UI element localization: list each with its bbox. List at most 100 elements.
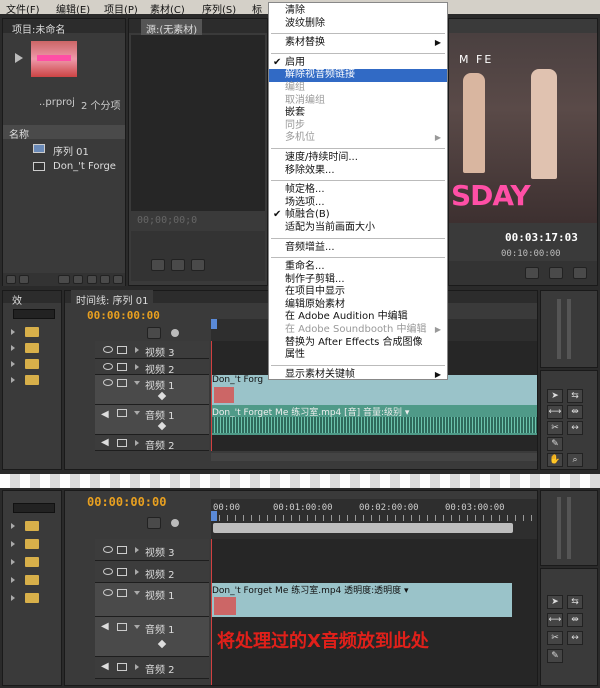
speaker-icon[interactable]: ◀ (101, 437, 109, 448)
expand-icon[interactable] (11, 361, 15, 367)
timeline-timecode[interactable]: 00:00:00:00 (87, 495, 166, 509)
context-menu-item[interactable]: 重命名... (269, 261, 447, 274)
effects-search-input[interactable] (13, 503, 55, 513)
menu-file[interactable]: 文件(F) (6, 1, 40, 16)
expand-icon[interactable] (11, 577, 15, 583)
eye-icon[interactable] (103, 379, 113, 386)
effects-search-input[interactable] (13, 309, 55, 319)
expand-icon[interactable] (11, 345, 15, 351)
collapse-icon[interactable] (134, 381, 140, 385)
list-view-icon[interactable] (6, 275, 16, 284)
film-icon[interactable] (117, 546, 127, 554)
menu-sequence[interactable]: 序列(S) (202, 1, 236, 16)
keyframe-icon[interactable] (157, 639, 167, 649)
eye-icon[interactable] (103, 589, 113, 596)
context-menu-item[interactable]: 替换为 After Effects 合成图像 (269, 337, 447, 350)
search-icon[interactable] (73, 275, 83, 284)
context-menu-item[interactable]: 属性 (269, 349, 447, 362)
playhead[interactable] (211, 511, 217, 521)
expand-icon[interactable] (135, 664, 139, 670)
project-item-clip[interactable]: Don_'t Forge (3, 159, 125, 175)
slip-tool-icon[interactable]: ↔ (567, 421, 583, 435)
rolling-edit-tool-icon[interactable]: ⇹ (567, 405, 583, 419)
expand-icon[interactable] (11, 523, 15, 529)
speaker-icon[interactable]: ◀ (101, 409, 109, 420)
expand-icon[interactable] (11, 377, 15, 383)
expand-icon[interactable] (11, 595, 15, 601)
audio-icon[interactable] (117, 623, 127, 631)
automate-icon[interactable] (58, 275, 70, 284)
collapse-icon[interactable] (134, 591, 140, 595)
source-timecode[interactable]: 00;00;00;0 (137, 215, 197, 226)
timeline-ruler[interactable]: 00:00 00:01:00:00 00:02:00:00 00:03:00:0… (211, 499, 537, 539)
context-menu-item[interactable]: 清除 (269, 5, 447, 18)
speaker-icon[interactable]: ◀ (101, 621, 109, 632)
track-select-tool-icon[interactable]: ⇆ (567, 389, 583, 403)
rolling-edit-tool-icon[interactable]: ⇹ (567, 613, 583, 627)
menu-edit[interactable]: 编辑(E) (56, 1, 90, 16)
selection-tool-icon[interactable]: ➤ (547, 389, 563, 403)
ripple-edit-tool-icon[interactable]: ⟷ (547, 405, 563, 419)
step-back-button[interactable] (171, 259, 185, 271)
expand-icon[interactable] (135, 440, 139, 446)
menu-project[interactable]: 项目(P) (104, 1, 138, 16)
track-select-tool-icon[interactable]: ⇆ (567, 595, 583, 609)
safe-margin-button[interactable] (573, 267, 587, 279)
marker-icon[interactable] (171, 329, 179, 337)
effects-tab[interactable]: 效 (7, 290, 27, 309)
context-menu-item[interactable]: 嵌套 (269, 107, 447, 120)
context-menu-item[interactable]: 显示素材关键帧 ▶ (269, 369, 447, 382)
film-icon[interactable] (117, 568, 127, 576)
context-menu-item[interactable]: 素材替换 ▶ (269, 37, 447, 50)
export-frame-button[interactable] (525, 267, 539, 279)
playhead[interactable] (211, 319, 217, 329)
film-icon[interactable] (117, 346, 127, 354)
expand-icon[interactable] (135, 547, 139, 553)
work-area-bar[interactable] (213, 523, 513, 533)
step-forward-button[interactable] (191, 259, 205, 271)
context-menu-item[interactable]: 帧定格... (269, 184, 447, 197)
razor-tool-icon[interactable]: ✂ (547, 631, 563, 645)
audio-icon[interactable] (117, 409, 127, 417)
timeline-scrollbar[interactable] (211, 453, 537, 461)
film-icon[interactable] (117, 379, 127, 387)
play-button[interactable] (151, 259, 165, 271)
zoom-tool-icon[interactable]: ⌕ (567, 453, 583, 467)
new-bin-icon[interactable] (87, 275, 97, 284)
razor-tool-icon[interactable]: ✂ (547, 421, 563, 435)
audio-clip[interactable]: Don_'t Forget Me 练习室.mp4 [音] 音量:级别 ▾ (212, 405, 537, 435)
eye-icon[interactable] (103, 546, 113, 553)
delete-icon[interactable] (113, 275, 123, 284)
eye-icon[interactable] (103, 363, 113, 370)
ripple-edit-tool-icon[interactable]: ⟷ (547, 613, 563, 627)
film-icon[interactable] (117, 589, 127, 597)
timeline-timecode[interactable]: 00:00:00:00 (87, 309, 160, 322)
context-menu-item[interactable]: 在项目中显示 (269, 286, 447, 299)
context-menu-item[interactable]: ✔ 启用 (269, 57, 447, 70)
snap-icon[interactable] (147, 517, 161, 529)
expand-icon[interactable] (11, 329, 15, 335)
context-menu-item[interactable]: ✔ 帧融合(B) (269, 209, 447, 222)
collapse-icon[interactable] (134, 625, 140, 629)
snap-icon[interactable] (147, 327, 161, 339)
expand-icon[interactable] (135, 569, 139, 575)
expand-icon[interactable] (11, 541, 15, 547)
video-clip[interactable]: Don_'t Forget Me 练习室.mp4 透明度:透明度 ▾ (212, 583, 512, 617)
selection-tool-icon[interactable]: ➤ (547, 595, 563, 609)
context-menu-item[interactable]: 速度/持续时间... (269, 152, 447, 165)
speaker-icon[interactable]: ◀ (101, 661, 109, 672)
new-item-icon[interactable] (100, 275, 110, 284)
context-menu-item[interactable]: 在 Adobe Audition 中编辑 (269, 311, 447, 324)
pen-tool-icon[interactable]: ✎ (547, 649, 563, 663)
pen-tool-icon[interactable]: ✎ (547, 437, 563, 451)
marker-icon[interactable] (171, 519, 179, 527)
context-menu-item[interactable]: 音频增益... (269, 242, 447, 255)
thumbnail-play-icon[interactable] (15, 53, 23, 63)
keyframe-icon[interactable] (157, 421, 167, 431)
project-item-sequence[interactable]: 序列 01 (3, 141, 125, 158)
expand-icon[interactable] (135, 347, 139, 353)
context-menu-item[interactable]: 制作子剪辑... (269, 274, 447, 287)
project-column-header[interactable]: 名称 (3, 125, 125, 141)
audio-icon[interactable] (117, 439, 127, 447)
eye-icon[interactable] (103, 346, 113, 353)
